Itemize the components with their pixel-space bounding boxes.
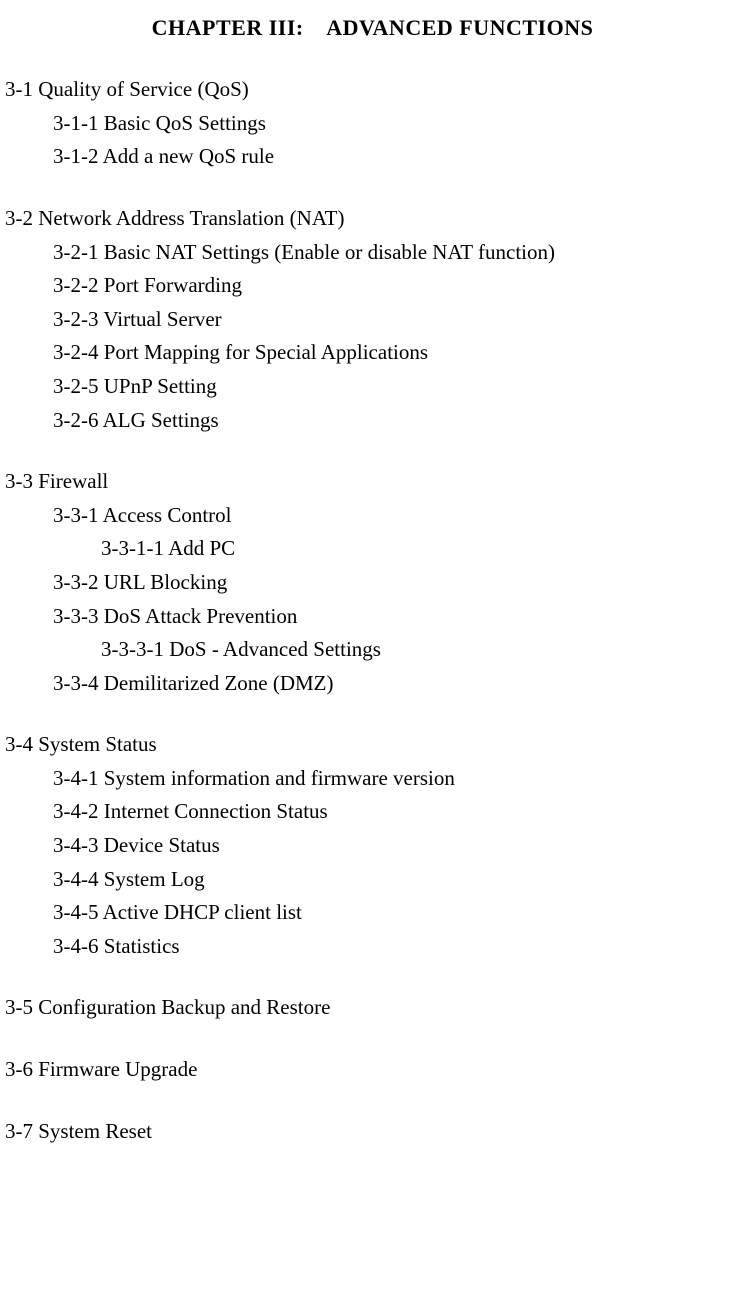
toc-entry-title: System Status bbox=[38, 732, 156, 756]
toc-entry-number: 3-2-3 bbox=[53, 307, 99, 331]
toc-entry-title: Port Mapping for Special Applications bbox=[104, 340, 428, 364]
toc-entry-title: Demilitarized Zone (DMZ) bbox=[104, 671, 334, 695]
toc-entry-number: 3-2 bbox=[5, 206, 33, 230]
toc-entry-title: URL Blocking bbox=[104, 570, 227, 594]
toc-entry-number: 3-2-5 bbox=[53, 374, 99, 398]
toc-entry: 3-2-3 Virtual Server bbox=[5, 303, 740, 337]
toc-entry-title: Access Control bbox=[103, 503, 232, 527]
toc-section: 3-3 Firewall3-3-1 Access Control3-3-1-1 … bbox=[5, 465, 740, 700]
toc-entry: 3-2-6 ALG Settings bbox=[5, 404, 740, 438]
toc-entry: 3-3 Firewall bbox=[5, 465, 740, 499]
toc-section: 3-2 Network Address Translation (NAT)3-2… bbox=[5, 202, 740, 437]
toc-entry: 3-2-5 UPnP Setting bbox=[5, 370, 740, 404]
toc-entry-title: Basic QoS Settings bbox=[104, 111, 266, 135]
toc-entry: 3-3-1 Access Control bbox=[5, 499, 740, 533]
toc-entry-title: DoS - Advanced Settings bbox=[169, 637, 381, 661]
table-of-contents: 3-1 Quality of Service (QoS)3-1-1 Basic … bbox=[5, 73, 740, 1148]
toc-entry-number: 3-3-1 bbox=[53, 503, 99, 527]
toc-entry-title: Firmware Upgrade bbox=[38, 1057, 197, 1081]
toc-entry-title: System Reset bbox=[38, 1119, 152, 1143]
toc-entry-number: 3-6 bbox=[5, 1057, 33, 1081]
toc-entry-title: Internet Connection Status bbox=[104, 799, 328, 823]
toc-entry-number: 3-7 bbox=[5, 1119, 33, 1143]
toc-entry-number: 3-2-4 bbox=[53, 340, 99, 364]
toc-entry: 3-4-6 Statistics bbox=[5, 930, 740, 964]
toc-entry-number: 3-2-2 bbox=[53, 273, 99, 297]
toc-entry: 3-2-4 Port Mapping for Special Applicati… bbox=[5, 336, 740, 370]
toc-entry: 3-3-3-1 DoS - Advanced Settings bbox=[5, 633, 740, 667]
toc-entry: 3-2 Network Address Translation (NAT) bbox=[5, 202, 740, 236]
toc-entry-title: Quality of Service (QoS) bbox=[38, 77, 249, 101]
toc-entry: 3-6 Firmware Upgrade bbox=[5, 1053, 740, 1087]
toc-entry-number: 3-3-4 bbox=[53, 671, 99, 695]
toc-entry: 3-3-4 Demilitarized Zone (DMZ) bbox=[5, 667, 740, 701]
toc-entry-number: 3-4-5 bbox=[53, 900, 99, 924]
toc-entry: 3-4 System Status bbox=[5, 728, 740, 762]
toc-entry-title: Basic NAT Settings (Enable or disable NA… bbox=[104, 240, 555, 264]
toc-entry-number: 3-4-6 bbox=[53, 934, 99, 958]
toc-entry-title: Virtual Server bbox=[103, 307, 221, 331]
toc-section: 3-1 Quality of Service (QoS)3-1-1 Basic … bbox=[5, 73, 740, 174]
toc-entry: 3-2-1 Basic NAT Settings (Enable or disa… bbox=[5, 236, 740, 270]
toc-entry-title: ALG Settings bbox=[103, 408, 219, 432]
chapter-heading: CHAPTER III: ADVANCED FUNCTIONS bbox=[5, 10, 740, 45]
toc-entry: 3-4-1 System information and firmware ve… bbox=[5, 762, 740, 796]
toc-entry-title: Add a new QoS rule bbox=[103, 144, 274, 168]
toc-section: 3-7 System Reset bbox=[5, 1115, 740, 1149]
toc-entry-number: 3-1 bbox=[5, 77, 33, 101]
toc-entry-title: Add PC bbox=[168, 536, 235, 560]
toc-entry-number: 3-3-1-1 bbox=[101, 536, 164, 560]
toc-entry-number: 3-5 bbox=[5, 995, 33, 1019]
toc-entry-number: 3-1-2 bbox=[53, 144, 99, 168]
toc-section: 3-4 System Status3-4-1 System informatio… bbox=[5, 728, 740, 963]
toc-entry-title: Port Forwarding bbox=[104, 273, 242, 297]
toc-entry-title: Configuration Backup and Restore bbox=[38, 995, 330, 1019]
toc-entry: 3-4-3 Device Status bbox=[5, 829, 740, 863]
toc-entry-number: 3-3 bbox=[5, 469, 33, 493]
toc-entry: 3-1-2 Add a new QoS rule bbox=[5, 140, 740, 174]
toc-entry: 3-7 System Reset bbox=[5, 1115, 740, 1149]
toc-entry: 3-2-2 Port Forwarding bbox=[5, 269, 740, 303]
toc-entry: 3-5 Configuration Backup and Restore bbox=[5, 991, 740, 1025]
toc-entry-title: System information and firmware version bbox=[104, 766, 455, 790]
toc-entry: 3-3-2 URL Blocking bbox=[5, 566, 740, 600]
toc-entry: 3-4-2 Internet Connection Status bbox=[5, 795, 740, 829]
toc-entry-number: 3-4-3 bbox=[53, 833, 99, 857]
toc-entry-title: Device Status bbox=[104, 833, 220, 857]
toc-entry-number: 3-2-1 bbox=[53, 240, 99, 264]
toc-entry: 3-3-1-1 Add PC bbox=[5, 532, 740, 566]
toc-entry-title: Network Address Translation (NAT) bbox=[38, 206, 344, 230]
toc-entry-title: Statistics bbox=[104, 934, 180, 958]
toc-entry: 3-4-4 System Log bbox=[5, 863, 740, 897]
toc-section: 3-5 Configuration Backup and Restore bbox=[5, 991, 740, 1025]
toc-section: 3-6 Firmware Upgrade bbox=[5, 1053, 740, 1087]
toc-entry-number: 3-2-6 bbox=[53, 408, 99, 432]
toc-entry: 3-4-5 Active DHCP client list bbox=[5, 896, 740, 930]
toc-entry-title: Firewall bbox=[38, 469, 108, 493]
toc-entry: 3-1 Quality of Service (QoS) bbox=[5, 73, 740, 107]
toc-entry-number: 3-3-2 bbox=[53, 570, 99, 594]
toc-entry-title: Active DHCP client list bbox=[103, 900, 302, 924]
toc-entry-number: 3-3-3 bbox=[53, 604, 99, 628]
toc-entry: 3-3-3 DoS Attack Prevention bbox=[5, 600, 740, 634]
toc-entry: 3-1-1 Basic QoS Settings bbox=[5, 107, 740, 141]
toc-entry-number: 3-4 bbox=[5, 732, 33, 756]
toc-entry-title: System Log bbox=[104, 867, 205, 891]
toc-entry-number: 3-4-1 bbox=[53, 766, 99, 790]
toc-entry-number: 3-3-3-1 bbox=[101, 637, 164, 661]
toc-entry-number: 3-1-1 bbox=[53, 111, 99, 135]
toc-entry-title: UPnP Setting bbox=[104, 374, 217, 398]
toc-entry-number: 3-4-4 bbox=[53, 867, 99, 891]
toc-entry-number: 3-4-2 bbox=[53, 799, 99, 823]
toc-entry-title: DoS Attack Prevention bbox=[104, 604, 298, 628]
